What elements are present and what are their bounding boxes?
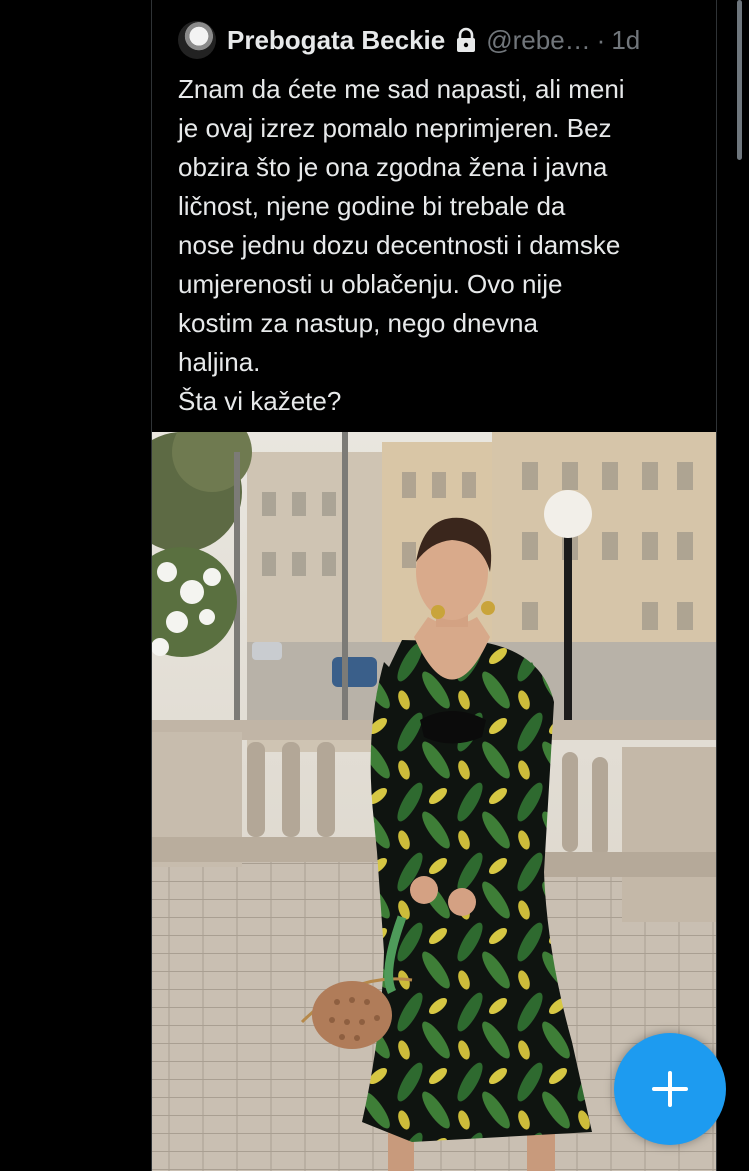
lock-icon <box>457 27 476 52</box>
avatar[interactable] <box>178 21 216 59</box>
tweet-text: Znam da ćete me sad napasti, ali meni je… <box>178 74 625 416</box>
tweet-header: Prebogata Beckie @rebe… · 1d <box>178 20 640 60</box>
handle[interactable]: @rebe… <box>486 25 590 56</box>
display-name[interactable]: Prebogata Beckie <box>227 25 445 56</box>
separator-dot: · <box>596 24 606 55</box>
plus-icon <box>652 1071 688 1107</box>
compose-button[interactable] <box>614 1033 726 1145</box>
timestamp[interactable]: 1d <box>611 25 640 56</box>
quoted-tweet[interactable]: Prebogata Beckie @rebe… · 1d Znam da ćet… <box>151 0 717 1171</box>
scrollbar[interactable] <box>737 0 742 160</box>
